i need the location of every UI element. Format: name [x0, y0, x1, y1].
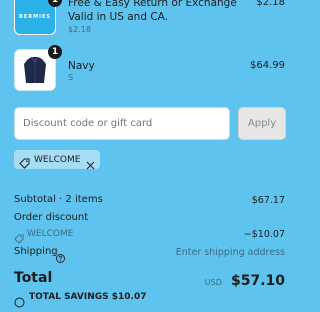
- total-amount: USD $57.10: [205, 270, 285, 289]
- line-item-price: $2.18: [256, 0, 285, 8]
- remove-discount-icon[interactable]: [86, 155, 95, 170]
- tag-icon: [19, 154, 30, 169]
- discount-tag: WELCOME: [14, 150, 100, 170]
- order-discount-label: Order discount: [14, 212, 89, 223]
- subtotal-value: $67.17: [251, 195, 285, 206]
- currency-code: USD: [204, 278, 222, 287]
- bermies-logo: BERMIES: [19, 14, 51, 20]
- tag-icon: [14, 229, 24, 244]
- apply-button-label: Apply: [247, 118, 277, 129]
- shipping-value: Enter shipping address: [175, 247, 285, 258]
- line-item-subtitle: $2.18: [68, 25, 91, 34]
- applied-discount-code: WELCOME: [27, 229, 74, 239]
- subtotal-label: Subtotal · 2 items: [14, 194, 103, 205]
- quantity-badge: 1: [48, 45, 62, 59]
- total-savings: TOTAL SAVINGS $10.07: [29, 292, 147, 302]
- total-value: $57.10: [230, 273, 285, 289]
- savings-icon: [14, 293, 25, 308]
- line-item-title: Navy: [68, 60, 95, 72]
- line-item-price: $64.99: [250, 60, 285, 71]
- line-item-subtitle: S: [68, 73, 74, 82]
- shipping-label: Shipping: [14, 246, 58, 257]
- discount-tag-code: WELCOME: [34, 154, 81, 165]
- discount-value: −$10.07: [243, 229, 285, 240]
- help-icon[interactable]: [56, 248, 65, 263]
- line-item-title: Free & Easy Return or Exchange Valid in …: [68, 0, 237, 23]
- total-label: Total: [14, 270, 53, 286]
- apply-button[interactable]: Apply: [238, 107, 286, 140]
- discount-code-input[interactable]: [14, 107, 230, 140]
